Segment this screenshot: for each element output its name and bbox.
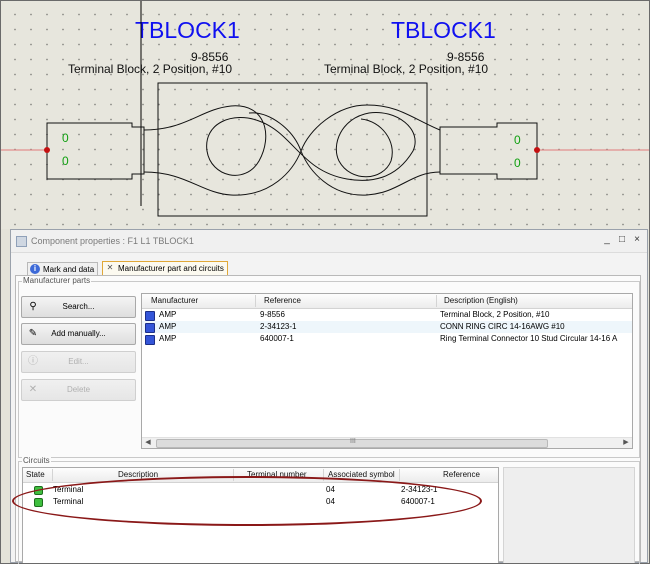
close-button[interactable]: × <box>631 234 643 246</box>
search-button[interactable]: ⚲ Search... <box>21 296 136 318</box>
scroll-left-icon[interactable]: ◀ <box>143 438 153 448</box>
loop-middle <box>143 104 441 196</box>
window-icon <box>16 236 27 247</box>
add-manually-button[interactable]: ✎ Add manually... <box>21 323 136 345</box>
tools-icon: ✕ <box>106 263 114 272</box>
dialog-title: Component properties : F1 L1 TBLOCK1 <box>31 236 194 246</box>
right-pin-2: 0 <box>514 156 521 170</box>
part-icon <box>145 311 155 321</box>
right-pin-1: 0 <box>514 133 521 147</box>
edit-button[interactable]: ⓘ Edit... <box>21 351 136 373</box>
dialog-titlebar[interactable]: Component properties : F1 L1 TBLOCK1 _ □… <box>11 230 647 253</box>
manufacturer-parts-label: Manufacturer parts <box>22 276 92 285</box>
manufacturer-parts-table: Manufacturer Reference Description (Engl… <box>141 293 633 449</box>
part-icon <box>145 323 155 333</box>
info-icon: i <box>30 264 40 274</box>
info-icon: ⓘ <box>28 356 38 367</box>
highlight-annotation <box>12 476 482 526</box>
right-connector <box>439 122 538 180</box>
circuit-preview-panel <box>503 467 635 563</box>
table-row[interactable]: AMP 2-34123-1 CONN RING CIRC 14-16AWG #1… <box>142 321 632 333</box>
add-icon: ✎ <box>28 328 38 339</box>
loop-left <box>143 105 416 181</box>
column-reference[interactable]: Reference <box>264 296 301 305</box>
maximize-button[interactable]: □ <box>616 234 628 246</box>
part-icon <box>145 335 155 345</box>
circuits-label: Circuits <box>22 456 51 465</box>
table-row[interactable]: AMP 9-8556 Terminal Block, 2 Position, #… <box>142 309 632 321</box>
scroll-thumb[interactable]: III <box>156 438 548 448</box>
minimize-button[interactable]: _ <box>601 234 613 246</box>
tab-mark-and-data[interactable]: i Mark and data <box>27 262 99 276</box>
search-icon: ⚲ <box>29 301 37 312</box>
terminal-block-symbol[interactable] <box>1 1 649 229</box>
column-circuit-reference[interactable]: Reference <box>443 470 480 479</box>
column-description[interactable]: Description (English) <box>444 296 518 305</box>
left-connection-point <box>44 147 50 153</box>
left-pin-2: 0 <box>62 154 69 168</box>
column-state[interactable]: State <box>26 470 45 479</box>
tab-manufacturer-part-and-circuits[interactable]: ✕ Manufacturer part and circuits <box>102 261 228 276</box>
column-manufacturer[interactable]: Manufacturer <box>151 296 198 305</box>
delete-icon: ✕ <box>28 384 38 395</box>
table-header: Manufacturer Reference Description (Engl… <box>142 294 632 309</box>
right-connection-point <box>534 147 540 153</box>
left-pin-1: 0 <box>62 131 69 145</box>
schematic-canvas[interactable]: TBLOCK1 9-8556 Terminal Block, 2 Positio… <box>1 1 649 229</box>
table-row[interactable]: AMP 640007-1 Ring Terminal Connector 10 … <box>142 333 632 345</box>
delete-button[interactable]: ✕ Delete <box>21 379 136 401</box>
scroll-right-icon[interactable]: ▶ <box>621 438 631 448</box>
block-body <box>157 82 428 217</box>
horizontal-scrollbar[interactable]: ◀ III ▶ <box>142 437 632 448</box>
